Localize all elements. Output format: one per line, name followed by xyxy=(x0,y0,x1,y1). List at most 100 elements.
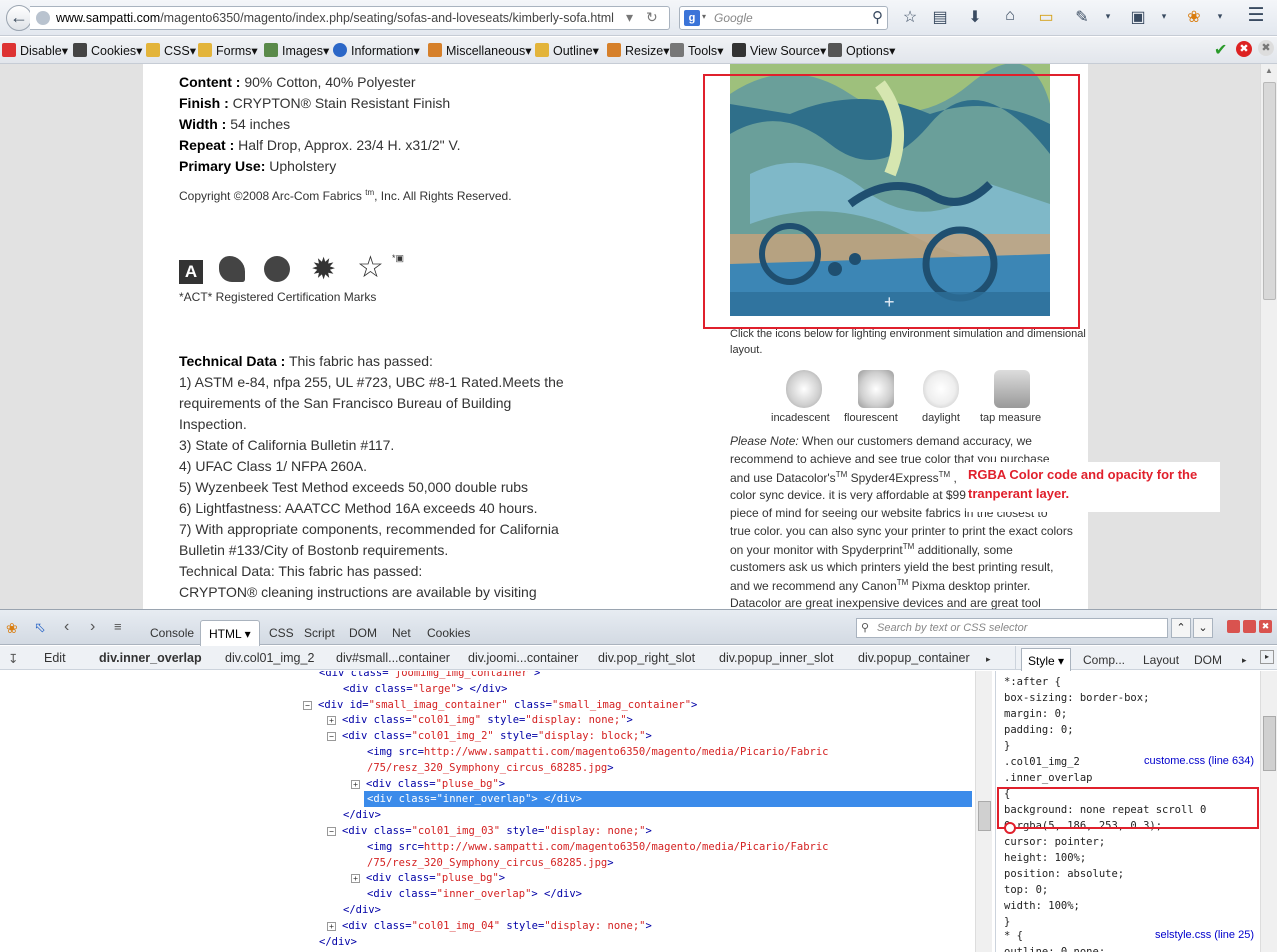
html-tree-row[interactable]: <img src=http://www.sampatti.com/magento… xyxy=(367,744,828,760)
url-bar[interactable]: www.sampatti.com/magento6350/magento/ind… xyxy=(30,6,670,30)
breadcrumb-more-icon[interactable]: ▸ xyxy=(986,654,991,665)
home-icon[interactable]: ⌂ xyxy=(1000,7,1020,25)
css-rule-line[interactable]: padding: 0; xyxy=(1004,723,1074,738)
breadcrumb-item[interactable]: div.pop_right_slot xyxy=(598,651,695,665)
dev-menu-miscellaneous[interactable]: Miscellaneous▾ xyxy=(428,43,532,58)
tab-script[interactable]: Script xyxy=(304,626,335,640)
tab-console[interactable]: Console xyxy=(150,626,194,640)
css-rule-line[interactable]: height: 100%; xyxy=(1004,851,1086,866)
lighting-label[interactable]: incadescent xyxy=(771,412,830,424)
tab-cookies[interactable]: Cookies xyxy=(427,626,470,640)
dev-menu-resize[interactable]: Resize▾ xyxy=(607,43,670,58)
tab-layout[interactable]: Layout xyxy=(1143,653,1179,667)
css-rule-line[interactable]: position: absolute; xyxy=(1004,867,1124,882)
breadcrumb-item[interactable]: div#small...container xyxy=(336,651,450,665)
search-prev-icon[interactable]: ⌃ xyxy=(1171,618,1191,638)
html-tree-row[interactable]: <div class="joomimg_img_container"> xyxy=(319,671,540,681)
html-tree-row[interactable]: <div class="large"> </div> xyxy=(343,681,507,697)
html-tree-row[interactable]: </div> xyxy=(319,934,357,950)
style-scrollbar-thumb[interactable] xyxy=(1263,716,1276,771)
firebug-icon[interactable]: ❀ xyxy=(6,620,18,637)
dev-menu-disable[interactable]: Disable▾ xyxy=(2,43,68,58)
back-button[interactable]: ← xyxy=(6,5,32,31)
css-rule-line[interactable]: cursor: pointer; xyxy=(1004,835,1105,850)
expand-icon[interactable]: + xyxy=(327,716,336,726)
html-tree-row[interactable]: + <div class="pluse_bg"> xyxy=(351,776,505,792)
dev-menu-cookies[interactable]: Cookies▾ xyxy=(73,43,142,58)
html-tree-row[interactable]: − <div class="col01_img_03" style="displa… xyxy=(327,823,652,839)
side-options-icon[interactable]: ▸ xyxy=(1260,650,1274,664)
css-rule-line[interactable]: .inner_overlap xyxy=(1004,771,1093,786)
incandescent-bulb-icon[interactable] xyxy=(786,370,822,408)
lighting-label[interactable]: tap measure xyxy=(980,412,1041,424)
css-rule-line[interactable]: *:after { xyxy=(1004,675,1061,690)
bookmarks-list-icon[interactable]: ▤ xyxy=(930,7,950,27)
tab-dom-side[interactable]: DOM xyxy=(1194,653,1222,667)
css-rule-line[interactable]: box-sizing: border-box; xyxy=(1004,691,1149,706)
css-rule-line[interactable]: width: 100%; xyxy=(1004,899,1080,914)
page-scrollbar-thumb[interactable] xyxy=(1263,82,1276,300)
forward-arrow-icon[interactable]: › xyxy=(90,618,95,636)
close-firebug-icon[interactable]: ✖ xyxy=(1259,620,1272,633)
collapse-icon[interactable]: − xyxy=(327,827,336,836)
html-tree-row[interactable]: − <div id="small_imag_container" class="s… xyxy=(303,697,697,713)
download-icon[interactable]: ⬇ xyxy=(965,7,985,27)
dev-menu-information[interactable]: Information▾ xyxy=(333,43,420,58)
html-tree-row[interactable]: + <div class="pluse_bg"> xyxy=(351,870,505,886)
html-tree-row[interactable]: /75/resz_320_Symphony_circus_68285.jpg> xyxy=(367,855,614,871)
tab-css[interactable]: CSS xyxy=(269,626,294,640)
html-tree-row[interactable]: <div class="inner_overlap"> </div> xyxy=(364,791,972,808)
css-rule-line[interactable]: } xyxy=(1004,915,1010,930)
inspect-icon[interactable]: ⬁ xyxy=(34,619,46,636)
back-arrow-icon[interactable]: ‹ xyxy=(64,618,69,636)
html-scrollbar[interactable] xyxy=(975,671,992,952)
html-tree-row[interactable]: <div class="inner_overlap"> </div> xyxy=(367,886,582,902)
fluorescent-bulb-icon[interactable] xyxy=(858,370,894,408)
dropdown-arrow-icon[interactable]: ▾ xyxy=(626,9,633,26)
dev-menu-forms[interactable]: Forms▾ xyxy=(198,43,258,58)
site-identity-icon[interactable] xyxy=(36,11,50,25)
html-tree-row[interactable]: </div> xyxy=(343,807,381,823)
breakpoint-icon[interactable]: ↧ xyxy=(8,651,18,666)
html-tree-row[interactable]: + <div class="col01_img" style="display: … xyxy=(327,712,633,728)
search-next-icon[interactable]: ⌄ xyxy=(1193,618,1213,638)
command-line-icon[interactable]: ≡ xyxy=(114,619,122,634)
dev-menu-images[interactable]: Images▾ xyxy=(264,43,329,58)
tab-html[interactable]: HTML ▾ xyxy=(200,620,260,646)
css-rule-line[interactable]: margin: 0; xyxy=(1004,707,1067,722)
dev-menu-options[interactable]: Options▾ xyxy=(828,43,895,58)
style-scrollbar[interactable] xyxy=(1260,671,1277,952)
html-tree-row[interactable]: + <div class="col01_img_04" style="displa… xyxy=(327,918,652,934)
dropdown-arrow-icon[interactable]: ▾ xyxy=(1154,11,1174,22)
dev-menu-view-source[interactable]: View Source▾ xyxy=(732,43,826,58)
dropdown-arrow-icon[interactable]: ▾ xyxy=(1210,11,1230,22)
dropdown-arrow-icon[interactable]: ▾ xyxy=(1098,11,1118,22)
tape-measure-icon[interactable] xyxy=(994,370,1030,408)
bookmark-star-icon[interactable]: ☆ xyxy=(900,7,920,27)
tab-style[interactable]: Style ▾ xyxy=(1021,648,1072,671)
reload-icon[interactable]: ↻ xyxy=(646,9,658,26)
tab-dom[interactable]: DOM xyxy=(349,626,377,640)
html-tree-row[interactable]: /75/resz_320_Symphony_circus_68285.jpg> xyxy=(367,760,614,776)
collapse-icon[interactable]: − xyxy=(303,700,312,710)
search-icon[interactable]: ⚲ xyxy=(872,8,883,26)
checkmark-icon[interactable]: ✔ xyxy=(1214,40,1227,60)
expand-icon[interactable]: + xyxy=(327,921,336,931)
error-icon[interactable]: ✖ xyxy=(1236,41,1252,57)
dev-menu-outline[interactable]: Outline▾ xyxy=(535,43,599,58)
css-rule-line[interactable]: * { xyxy=(1004,929,1023,944)
eyedropper-icon[interactable]: ✎ xyxy=(1072,7,1092,27)
html-tree-row[interactable]: − <div class="col01_img_2" style="display… xyxy=(327,728,652,744)
ruler-icon[interactable]: ▭ xyxy=(1036,7,1056,27)
breadcrumb-item[interactable]: div.inner_overlap xyxy=(99,651,202,665)
close-toolbar-icon[interactable]: ✖ xyxy=(1258,40,1274,56)
dropdown-arrow-icon[interactable]: ▾ xyxy=(702,12,706,21)
html-tree-row[interactable]: <img src=http://www.sampatti.com/magento… xyxy=(367,839,828,855)
lighting-label[interactable]: flourescent xyxy=(844,412,898,424)
dev-menu-tools[interactable]: Tools▾ xyxy=(670,43,723,58)
css-rule-line[interactable]: top: 0; xyxy=(1004,883,1048,898)
css-rule-line[interactable]: } xyxy=(1004,739,1010,754)
tab-computed[interactable]: Comp... xyxy=(1083,653,1125,667)
scroll-up-icon[interactable]: ▲ xyxy=(1265,66,1273,75)
detach-icon[interactable] xyxy=(1243,620,1256,633)
